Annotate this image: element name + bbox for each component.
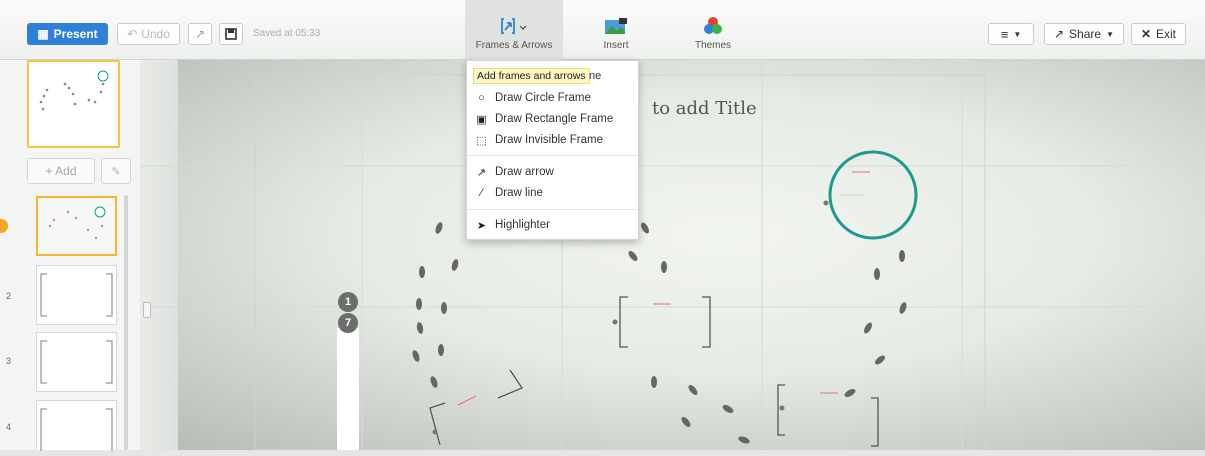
share-button[interactable]: ↗ Share ▼ — [1044, 23, 1124, 45]
exit-button[interactable]: ✕ Exit — [1131, 23, 1186, 45]
undo-label: Undo — [141, 27, 170, 41]
path-point-marker[interactable]: 7 — [338, 313, 358, 333]
frames-arrows-icon — [501, 16, 527, 36]
chevron-down-icon: ▼ — [1106, 29, 1114, 39]
menu-button[interactable]: ≡ ▼ — [988, 23, 1034, 45]
themes-label: Themes — [694, 40, 732, 51]
slide-number: 3 — [6, 356, 12, 366]
sidebar-scrollbar[interactable] — [124, 195, 128, 450]
path-bar — [337, 328, 359, 450]
slide-thumbnail-4[interactable] — [36, 400, 117, 451]
chevron-down-icon: ▼ — [1013, 29, 1022, 39]
bracket-frame-preview — [40, 273, 113, 317]
draw-rectangle-frame-item[interactable]: ▣ Draw Rectangle Frame — [476, 110, 613, 128]
frames-arrows-button[interactable]: Frames & Arrows — [465, 0, 563, 60]
add-slide-button[interactable]: + Add — [27, 158, 95, 184]
overview-preview — [39, 70, 109, 111]
bracket-frame — [777, 384, 879, 447]
slide-thumbnail-2[interactable] — [36, 265, 117, 325]
undo-button[interactable]: ↶ Undo — [117, 23, 180, 45]
redo-icon: ↗ — [194, 27, 206, 41]
slide-thumbnail-3[interactable] — [36, 332, 117, 392]
slide-thumbnail-1[interactable] — [36, 196, 117, 256]
menu-item-label: Draw line — [495, 187, 543, 199]
line-icon: ∕ — [480, 187, 483, 199]
themes-button[interactable]: Themes — [683, 0, 743, 60]
frames-arrows-dropdown — [466, 60, 639, 240]
saved-status: Saved at 05:33 — [253, 28, 321, 39]
save-icon — [225, 28, 237, 40]
rectangle-icon: ▣ — [476, 113, 487, 126]
hamburger-icon: ≡ — [1000, 26, 1009, 42]
undo-icon: ↶ — [127, 27, 138, 41]
menu-divider — [467, 155, 638, 156]
menu-item-label: Draw Rectangle Frame — [495, 113, 614, 125]
menu-item-label: Draw Invisible Frame — [495, 134, 603, 146]
slide-preview — [48, 206, 106, 240]
bracket-frame-preview — [40, 340, 113, 384]
present-icon: ▦ — [37, 27, 49, 41]
highlighter-item[interactable]: ➤ Highlighter — [476, 216, 550, 234]
share-label: Share — [1069, 27, 1102, 41]
draw-invisible-frame-item[interactable]: ⬚ Draw Invisible Frame — [476, 131, 603, 149]
menu-item-label: Highlighter — [495, 219, 550, 231]
themes-icon — [703, 16, 723, 36]
arrow-icon: ↗ — [476, 166, 487, 179]
menu-divider — [467, 209, 638, 210]
bracket-frame-preview — [40, 408, 113, 451]
exit-label: Exit — [1156, 27, 1177, 41]
present-button[interactable]: ▦ Present — [27, 23, 108, 45]
present-label: Present — [53, 27, 98, 41]
slide-title-placeholder[interactable]: to add Title — [652, 98, 757, 119]
redo-button[interactable]: ↗ — [188, 23, 212, 45]
tooltip: Add frames and arrows — [473, 68, 590, 84]
circle-icon: ○ — [478, 92, 485, 104]
dashed-square-icon: ⬚ — [476, 134, 487, 147]
menu-item-label: Draw arrow — [495, 166, 554, 178]
insert-button[interactable]: Insert — [586, 0, 646, 60]
top-toolbar: ▦ Present ↶ Undo ↗ Saved at 05:33 Frames… — [0, 0, 1205, 60]
menu-item-label: Draw Circle Frame — [495, 92, 591, 104]
insert-label: Insert — [603, 40, 629, 51]
close-icon: ✕ — [1140, 27, 1152, 41]
overview-thumbnail[interactable] — [27, 60, 120, 148]
share-icon: ↗ — [1053, 27, 1065, 41]
canvas-resize-handle[interactable] — [143, 302, 151, 318]
draw-circle-frame-item[interactable]: ○ Draw Circle Frame — [476, 89, 591, 107]
path-point-marker[interactable]: 1 — [338, 292, 358, 312]
frames-arrows-label: Frames & Arrows — [475, 40, 553, 51]
slide-number: 2 — [6, 291, 12, 301]
slide-number: 4 — [6, 422, 12, 432]
image-icon — [604, 16, 628, 36]
add-slide-label: + Add — [45, 164, 77, 178]
footprint-path — [412, 222, 907, 444]
highlighter-icon: ➤ — [476, 219, 487, 232]
save-button[interactable] — [219, 23, 243, 45]
pencil-icon: ✎ — [111, 165, 121, 178]
edit-path-button[interactable]: ✎ — [101, 158, 131, 184]
draw-line-item[interactable]: ∕ Draw line — [476, 184, 543, 202]
tooltip-tail: ne — [589, 70, 602, 82]
bracket-frame — [429, 369, 523, 446]
draw-arrow-item[interactable]: ↗ Draw arrow — [476, 163, 554, 181]
